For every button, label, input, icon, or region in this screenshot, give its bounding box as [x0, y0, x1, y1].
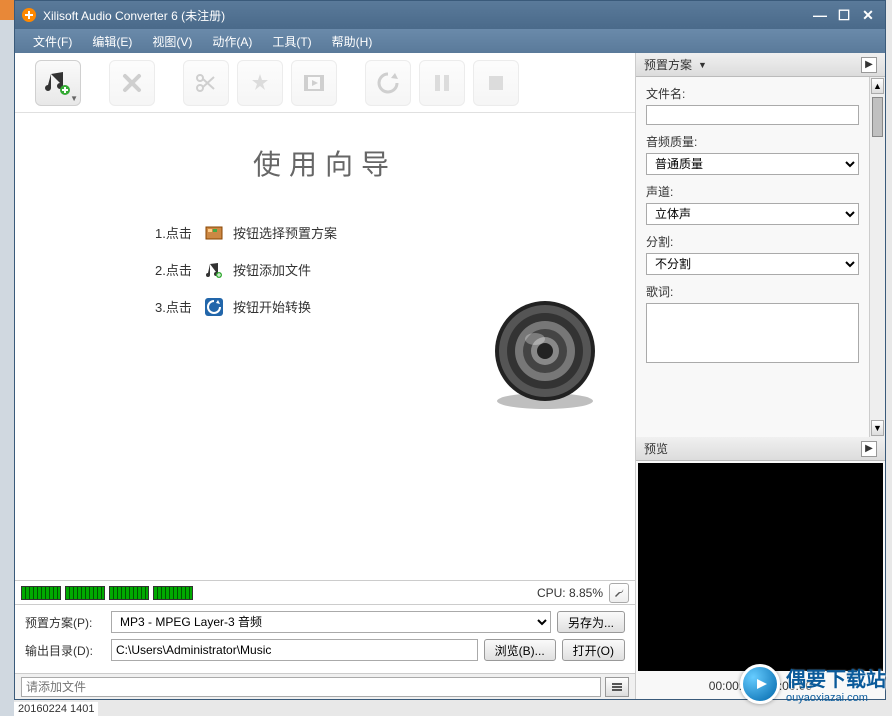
presets-panel-header: 预置方案 ▼ ▶: [636, 53, 885, 77]
list-icon: [611, 681, 623, 693]
convert-button: [365, 60, 411, 106]
add-file-button[interactable]: ▼: [35, 60, 81, 106]
split-select[interactable]: 不分割: [646, 253, 859, 275]
scroll-down-button[interactable]: ▼: [871, 420, 884, 436]
scroll-up-button[interactable]: ▲: [871, 78, 884, 94]
split-label: 分割:: [646, 233, 859, 250]
cpu-settings-button[interactable]: [609, 583, 629, 603]
music-add-icon: [45, 70, 71, 96]
add-file-input[interactable]: [21, 677, 601, 697]
cpu-label: CPU: 8.85%: [537, 586, 603, 600]
pause-icon: [432, 73, 452, 93]
preview-panel-header: 预览 ▶: [636, 437, 885, 461]
wizard-area: 使用向导 1.点击 按钮选择预置方案 2.点击 按钮添加文件 3.点击: [15, 113, 635, 580]
add-file-bar: [15, 673, 635, 699]
pause-button: [419, 60, 465, 106]
lyrics-textarea[interactable]: [646, 303, 859, 363]
menu-help[interactable]: 帮助(H): [322, 33, 383, 50]
left-edge-strip: [0, 0, 14, 716]
save-as-button[interactable]: 另存为...: [557, 611, 625, 633]
add-step-icon: [205, 261, 223, 279]
preview-video-area: [638, 463, 883, 671]
lyrics-label: 歌词:: [646, 283, 859, 300]
titlebar: Xilisoft Audio Converter 6 (未注册) — ☐ ✕: [15, 1, 885, 29]
output-path-input[interactable]: [111, 639, 478, 661]
menubar: 文件(F) 编辑(E) 视图(V) 动作(A) 工具(T) 帮助(H): [15, 29, 885, 53]
app-window: Xilisoft Audio Converter 6 (未注册) — ☐ ✕ 文…: [14, 0, 886, 700]
star-icon: [248, 71, 272, 95]
stop-button: [473, 60, 519, 106]
wizard-title: 使用向导: [15, 143, 635, 183]
properties-scrollbar[interactable]: ▲ ▼: [869, 77, 885, 437]
channel-label: 声道:: [646, 183, 859, 200]
left-panel: ▼: [15, 53, 635, 699]
bottom-panel: 预置方案(P): MP3 - MPEG Layer-3 音频 另存为... 输出…: [15, 604, 635, 673]
film-icon: [302, 71, 326, 95]
cpu-activity-graph: [21, 586, 193, 600]
delete-button: [109, 60, 155, 106]
preset-step-icon: [205, 224, 223, 242]
filename-input[interactable]: [646, 105, 859, 125]
window-title: Xilisoft Audio Converter 6 (未注册): [43, 7, 809, 24]
preset-select[interactable]: MP3 - MPEG Layer-3 音频: [111, 611, 551, 633]
scissors-icon: [194, 71, 218, 95]
channel-select[interactable]: 立体声: [646, 203, 859, 225]
quality-label: 音频质量:: [646, 133, 859, 150]
app-logo-icon: [21, 7, 37, 23]
maximize-button[interactable]: ☐: [833, 6, 855, 24]
screenshot-timestamp: 20160224 1401: [14, 702, 98, 716]
filename-label: 文件名:: [646, 85, 859, 102]
effects-button: [237, 60, 283, 106]
toolbar: ▼: [15, 53, 635, 113]
wrench-icon: [612, 586, 626, 600]
presets-expand-button[interactable]: ▶: [861, 57, 877, 73]
open-button[interactable]: 打开(O): [562, 639, 625, 661]
menu-action[interactable]: 动作(A): [202, 33, 262, 50]
right-panel: 预置方案 ▼ ▶ 文件名: 音频质量: 普通质量: [635, 53, 885, 699]
properties-panel: 文件名: 音频质量: 普通质量 声道: 立体声 分割:: [636, 77, 869, 382]
preview-panel: 预览 ▶ 00:00:00 / 00:00:00: [636, 437, 885, 699]
wizard-step-2: 2.点击 按钮添加文件: [155, 260, 635, 279]
watermark: 偶要下载站 ouyaoxiazai.com: [740, 663, 886, 704]
menu-edit[interactable]: 编辑(E): [82, 33, 142, 50]
cpu-bar: CPU: 8.85%: [15, 580, 635, 604]
close-button[interactable]: ✕: [857, 6, 879, 24]
add-file-go-button[interactable]: [605, 677, 629, 697]
menu-file[interactable]: 文件(F): [23, 33, 82, 50]
convert-icon: [375, 70, 401, 96]
preview-expand-button[interactable]: ▶: [861, 441, 877, 457]
menu-tools[interactable]: 工具(T): [262, 33, 321, 50]
speaker-image: [485, 291, 605, 411]
scroll-thumb[interactable]: [872, 97, 883, 137]
browse-button[interactable]: 浏览(B)...: [484, 639, 556, 661]
minimize-button[interactable]: —: [809, 6, 831, 24]
cut-button: [183, 60, 229, 106]
stop-icon: [486, 73, 506, 93]
delete-icon: [120, 71, 144, 95]
watermark-logo-icon: [740, 664, 780, 704]
wizard-step-1: 1.点击 按钮选择预置方案: [155, 223, 635, 242]
quality-select[interactable]: 普通质量: [646, 153, 859, 175]
preset-label: 预置方案(P):: [25, 614, 105, 631]
clip-button: [291, 60, 337, 106]
convert-step-icon: [205, 298, 223, 316]
menu-view[interactable]: 视图(V): [142, 33, 202, 50]
output-label: 输出目录(D):: [25, 642, 105, 659]
